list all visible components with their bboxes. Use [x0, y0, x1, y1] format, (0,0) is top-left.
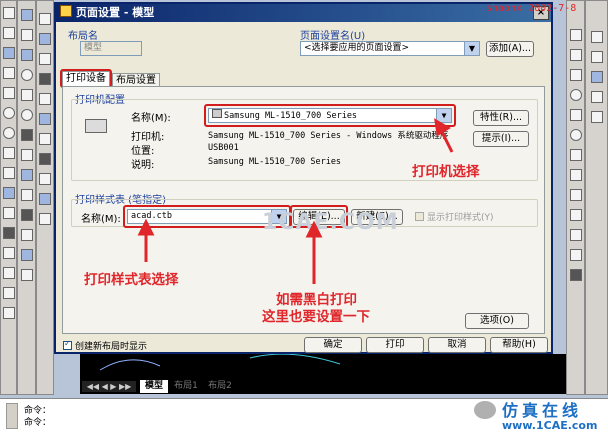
annotation-arrows [137, 118, 454, 284]
annotation-printer-select: 打印机选择 [412, 164, 480, 180]
wechat-icon [474, 401, 496, 419]
brand-url: www.1CAE.com [502, 419, 598, 432]
annotation-bw-line2: 这里也要设置一下 [262, 309, 370, 325]
brand-cn: 仿真在线 [502, 401, 583, 420]
brand-logo: 仿真在线 www.1CAE.com [470, 395, 606, 435]
annotation-style-select: 打印样式表选择 [84, 272, 179, 288]
